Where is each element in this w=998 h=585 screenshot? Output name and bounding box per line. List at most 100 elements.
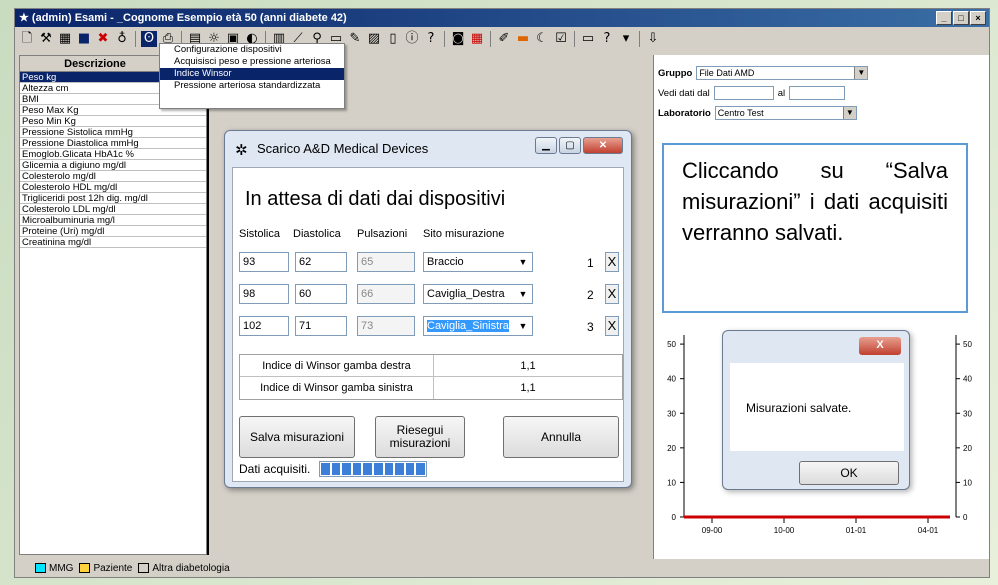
table-row: Indice di Winsor gamba destra 1,1 xyxy=(240,355,622,377)
menu-item-pressure[interactable]: Pressione arteriosa standardizzata xyxy=(160,80,344,92)
sistolica-input[interactable]: 102 xyxy=(239,316,289,336)
remove-row-button[interactable]: X xyxy=(605,284,619,304)
menu-item-winsor[interactable]: Indice Winsor xyxy=(160,68,344,80)
pencil-icon[interactable]: ✐ xyxy=(496,31,512,47)
diastolica-input[interactable]: 71 xyxy=(295,316,347,336)
list-item[interactable]: Proteine (Uri) mg/dl xyxy=(20,226,206,237)
dialog-maximize-button[interactable]: ▢ xyxy=(559,137,581,154)
sito-select[interactable]: Braccio ▼ xyxy=(423,252,533,272)
monitor-icon[interactable]: ▭ xyxy=(580,31,596,47)
pulsazioni-input: 65 xyxy=(357,252,415,272)
list-item[interactable]: Colesterolo mg/dl xyxy=(20,171,206,182)
legend-item-altra: Altra diabetologia xyxy=(138,562,230,574)
ok-button[interactable]: OK xyxy=(799,461,899,485)
new-file-icon[interactable]: 🗋 xyxy=(19,31,35,47)
list-item[interactable]: Colesterolo LDL mg/dl xyxy=(20,204,206,215)
gruppo-select[interactable]: File Dati AMD ▼ xyxy=(696,66,869,80)
device-icon[interactable]: ʘ xyxy=(141,31,157,47)
cancel-button[interactable]: Annulla xyxy=(503,416,619,458)
exit-icon[interactable]: ⇩ xyxy=(645,31,661,47)
remove-row-button[interactable]: X xyxy=(605,316,619,336)
toolbar-separator xyxy=(490,31,491,47)
message-close-button[interactable]: X xyxy=(859,337,901,355)
sito-select[interactable]: Caviglia_Destra ▼ xyxy=(423,284,533,304)
list-item[interactable]: Creatinina mg/dl xyxy=(20,237,206,248)
device-dialog: ✲ Scarico A&D Medical Devices ▁ ▢ ✕ In a… xyxy=(224,130,632,488)
menu-item-acquire[interactable]: Acquisisci peso e pressione arteriosa xyxy=(160,56,344,68)
minimize-button[interactable]: _ xyxy=(936,11,952,25)
dropdown-arrow-icon[interactable]: ▾ xyxy=(618,31,634,47)
date-from-input[interactable] xyxy=(713,86,774,100)
report-icon[interactable]: ▨ xyxy=(366,31,382,47)
chevron-down-icon[interactable]: ▼ xyxy=(515,286,531,302)
toolbar-separator xyxy=(135,31,136,47)
chevron-down-icon[interactable]: ▼ xyxy=(515,318,531,334)
list-item[interactable]: Pressione Sistolica mmHg xyxy=(20,127,206,138)
progress-segment xyxy=(363,463,372,475)
list-item[interactable]: Glicemia a digiuno mg/dl xyxy=(20,160,206,171)
list-item[interactable]: Pressione Diastolica mmHg xyxy=(20,138,206,149)
pulsazioni-input: 73 xyxy=(357,316,415,336)
pulsazioni-input: 66 xyxy=(357,284,415,304)
chevron-down-icon[interactable]: ▼ xyxy=(842,107,856,119)
y-tick-label-left: 20 xyxy=(667,444,676,453)
question-icon[interactable]: ? xyxy=(599,31,615,47)
list-item[interactable]: Trigliceridi post 12h dig. mg/dl xyxy=(20,193,206,204)
sistolica-input[interactable]: 98 xyxy=(239,284,289,304)
sito-value: Braccio xyxy=(427,256,464,268)
list-item[interactable]: Peso Min Kg xyxy=(20,116,206,127)
flag-icon[interactable]: ▬ xyxy=(515,31,531,47)
close-button[interactable]: × xyxy=(970,11,986,25)
pen-icon[interactable]: ✎ xyxy=(347,31,363,47)
date-to-input[interactable] xyxy=(789,86,846,100)
list-item[interactable]: Colesterolo HDL mg/dl xyxy=(20,182,206,193)
progress-segment xyxy=(416,463,425,475)
note-icon[interactable]: ☑ xyxy=(553,31,569,47)
chevron-down-icon[interactable]: ▼ xyxy=(854,67,868,79)
tools-icon[interactable]: ⚒ xyxy=(38,31,54,47)
remove-row-button[interactable]: X xyxy=(605,252,619,272)
winsor-label: Indice di Winsor gamba sinistra xyxy=(240,377,434,399)
y-tick-label-left: 40 xyxy=(667,375,676,384)
dialog-heading: In attesa di dati dai dispositivi xyxy=(245,188,506,210)
dialog-close-button[interactable]: ✕ xyxy=(583,137,623,154)
camera-icon[interactable]: ◙ xyxy=(450,31,466,47)
row-number: 1 xyxy=(587,256,594,270)
progress-segment xyxy=(352,463,362,475)
message-text: Misurazioni salvate. xyxy=(746,401,852,415)
list-item[interactable]: Emoglob.Glicata HbA1c % xyxy=(20,149,206,160)
x-tick-label: 09-00 xyxy=(702,526,723,535)
vedi-dal-label: Vedi dati dal xyxy=(658,87,710,99)
redo-measurements-button[interactable]: Riesegui misurazioni xyxy=(375,416,465,458)
menu-item-config[interactable]: Configurazione dispositivi xyxy=(160,44,344,56)
save-icon[interactable]: ■ xyxy=(76,31,92,47)
message-box: X Misurazioni salvate. OK xyxy=(722,330,910,490)
legend-bar: MMG Paziente Altra diabetologia xyxy=(15,559,989,577)
cup-icon[interactable]: ♁ xyxy=(114,31,130,47)
list-item[interactable]: Microalbuminuria mg/l xyxy=(20,215,206,226)
calendar-red-icon[interactable]: ▦ xyxy=(469,31,485,47)
chart-icon[interactable]: ▦ xyxy=(57,31,73,47)
save-measurements-button[interactable]: Salva misurazioni xyxy=(239,416,355,458)
maximize-button[interactable]: □ xyxy=(953,11,969,25)
document-icon[interactable]: ▯ xyxy=(385,31,401,47)
sito-select[interactable]: Caviglia_Sinistra ▼ xyxy=(423,316,533,336)
progress-segment xyxy=(373,463,383,475)
column-header-descrizione[interactable]: Descrizione xyxy=(20,56,170,72)
sistolica-input[interactable]: 93 xyxy=(239,252,289,272)
legend-item-paziente: Paziente xyxy=(79,563,132,574)
chevron-down-icon[interactable]: ▼ xyxy=(515,254,531,270)
info-icon[interactable]: ⓘ xyxy=(404,31,420,47)
help-icon[interactable]: ? xyxy=(423,31,439,47)
laboratorio-select[interactable]: Centro Test ▼ xyxy=(714,106,857,120)
moon-icon[interactable]: ☾ xyxy=(534,31,550,47)
dialog-minimize-button[interactable]: ▁ xyxy=(535,137,557,154)
progress-segment xyxy=(384,463,394,475)
diastolica-input[interactable]: 60 xyxy=(295,284,347,304)
diastolica-input[interactable]: 62 xyxy=(295,252,347,272)
message-body: Misurazioni salvate. xyxy=(730,363,904,451)
splitter[interactable] xyxy=(207,55,209,555)
acquisition-status: Dati acquisiti. xyxy=(239,462,311,476)
delete-icon[interactable]: ✖ xyxy=(95,31,111,47)
legend-swatch xyxy=(138,562,150,573)
